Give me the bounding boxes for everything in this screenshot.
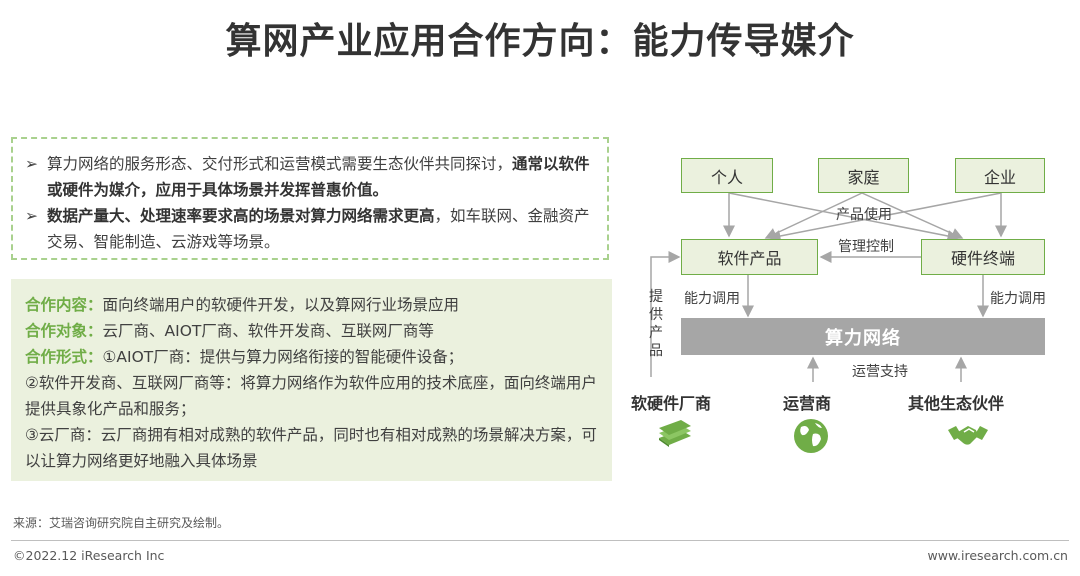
books-icon [659, 420, 691, 447]
ecosystem-diagram [650, 192, 1007, 382]
label-product-usage: 产品使用 [836, 207, 892, 223]
footer-copyright: ©2022.12 iResearch Inc [13, 548, 165, 563]
globe-icon [794, 419, 828, 453]
label-capability-call-left: 能力调用 [684, 291, 740, 307]
partner-label-other-partners: 其他生态伙伴 [908, 394, 1005, 413]
label-capability-call-right: 能力调用 [990, 291, 1046, 307]
partner-label-operators: 运营商 [783, 394, 832, 413]
user-node-personal: 个人 [681, 158, 773, 193]
footer-website: www.iresearch.com.cn [927, 548, 1069, 563]
label-ops-support: 运营支持 [852, 364, 908, 380]
compute-network-bar: 算力网络 [681, 318, 1045, 355]
software-product-node: 软件产品 [681, 239, 818, 275]
user-node-enterprise: 企业 [955, 158, 1045, 193]
handshake-icon [948, 426, 988, 445]
footer-divider [11, 540, 1069, 541]
source-note: 来源：艾瑞咨询研究院自主研究及绘制。 [13, 516, 230, 530]
user-node-family: 家庭 [818, 158, 909, 193]
label-provide-product: 提供产品 [649, 289, 663, 359]
hardware-terminal-node: 硬件终端 [921, 239, 1045, 275]
partner-label-hardware-software-vendors: 软硬件厂商 [631, 394, 712, 413]
label-management-control: 管理控制 [838, 239, 894, 255]
